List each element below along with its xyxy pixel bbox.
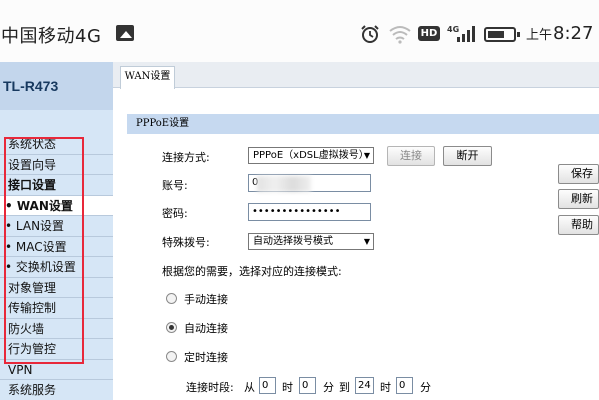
brand-header: TL-R473	[0, 62, 113, 110]
connection-type-label: 连接方式:	[162, 151, 210, 164]
connection-type-select[interactable]: PPPoE（xDSL虚拟拨号） ▼	[248, 147, 374, 164]
highlight-annotation-box	[4, 137, 84, 364]
sidebar: TL-R473 系统状态 设置向导 接口设置 • WAN设置 • LAN设置 •…	[0, 62, 113, 400]
password-input[interactable]: •••••••••••••••	[248, 203, 371, 221]
wifi-icon	[389, 26, 411, 44]
ampm-label: 上午	[526, 28, 553, 43]
radio-auto-connect[interactable]	[166, 322, 177, 333]
battery-icon	[484, 27, 520, 42]
network-type-label: 4G	[447, 25, 459, 34]
mode-prompt: 根据您的需要，选择对应的连接模式:	[162, 265, 342, 278]
schedule-to-label: 到	[339, 381, 350, 394]
redacted-account-blur	[257, 176, 311, 192]
manual-connect-label: 手动连接	[184, 293, 228, 306]
from-hour-input[interactable]: 0	[259, 377, 276, 394]
chevron-down-icon: ▼	[363, 237, 370, 246]
chevron-down-icon: ▼	[363, 151, 370, 160]
disconnect-button[interactable]: 断开	[443, 146, 492, 166]
from-minute-input[interactable]: 0	[299, 377, 316, 394]
help-button[interactable]: 帮助	[558, 215, 599, 235]
scheduled-connect-label: 定时连接	[184, 351, 228, 364]
alarm-icon	[361, 25, 379, 43]
account-label: 账号:	[162, 179, 188, 192]
radio-scheduled-connect[interactable]	[166, 351, 177, 362]
schedule-from-label: 从	[244, 381, 255, 394]
brand-logo-text: TL-R473	[3, 78, 59, 94]
special-dial-select[interactable]: 自动选择拨号模式 ▼	[248, 233, 374, 250]
auto-connect-label: 自动连接	[184, 322, 228, 335]
clock: 上午8:27	[526, 23, 593, 44]
special-dial-value: 自动选择拨号模式	[253, 236, 333, 247]
radio-manual-connect[interactable]	[166, 293, 177, 304]
connection-type-value: PPPoE（xDSL虚拟拨号）	[253, 150, 369, 161]
from-hour-unit: 时	[282, 381, 293, 394]
router-admin-page: TL-R473 系统状态 设置向导 接口设置 • WAN设置 • LAN设置 •…	[0, 62, 599, 400]
to-minute-unit: 分	[420, 381, 431, 394]
to-hour-input[interactable]: 24	[355, 377, 374, 394]
time-label: 8:27	[553, 23, 594, 44]
sidebar-item-system-services[interactable]: 系统服务	[0, 380, 113, 400]
from-minute-unit: 分	[323, 381, 334, 394]
to-minute-input[interactable]: 0	[396, 377, 413, 394]
hd-icon: HD	[418, 26, 440, 41]
tab-wan-settings[interactable]: WAN设置	[120, 66, 175, 89]
refresh-button[interactable]: 刷新	[558, 189, 599, 209]
carrier-label: 中国移动4G	[1, 26, 102, 47]
connect-button[interactable]: 连接	[387, 146, 435, 166]
save-button[interactable]: 保存	[558, 164, 599, 184]
signal-icon: 4G	[447, 25, 475, 42]
section-title-pppoe: PPPoE设置	[127, 114, 599, 134]
schedule-label: 连接时段:	[186, 381, 234, 394]
password-label: 密码:	[162, 207, 188, 220]
special-dial-label: 特殊拨号:	[162, 236, 210, 249]
tab-bar: WAN设置	[113, 62, 599, 89]
gallery-icon	[116, 25, 134, 41]
to-hour-unit: 时	[380, 381, 391, 394]
phone-status-bar: 中国移动4G HD 4G 上午8:27	[0, 0, 599, 62]
